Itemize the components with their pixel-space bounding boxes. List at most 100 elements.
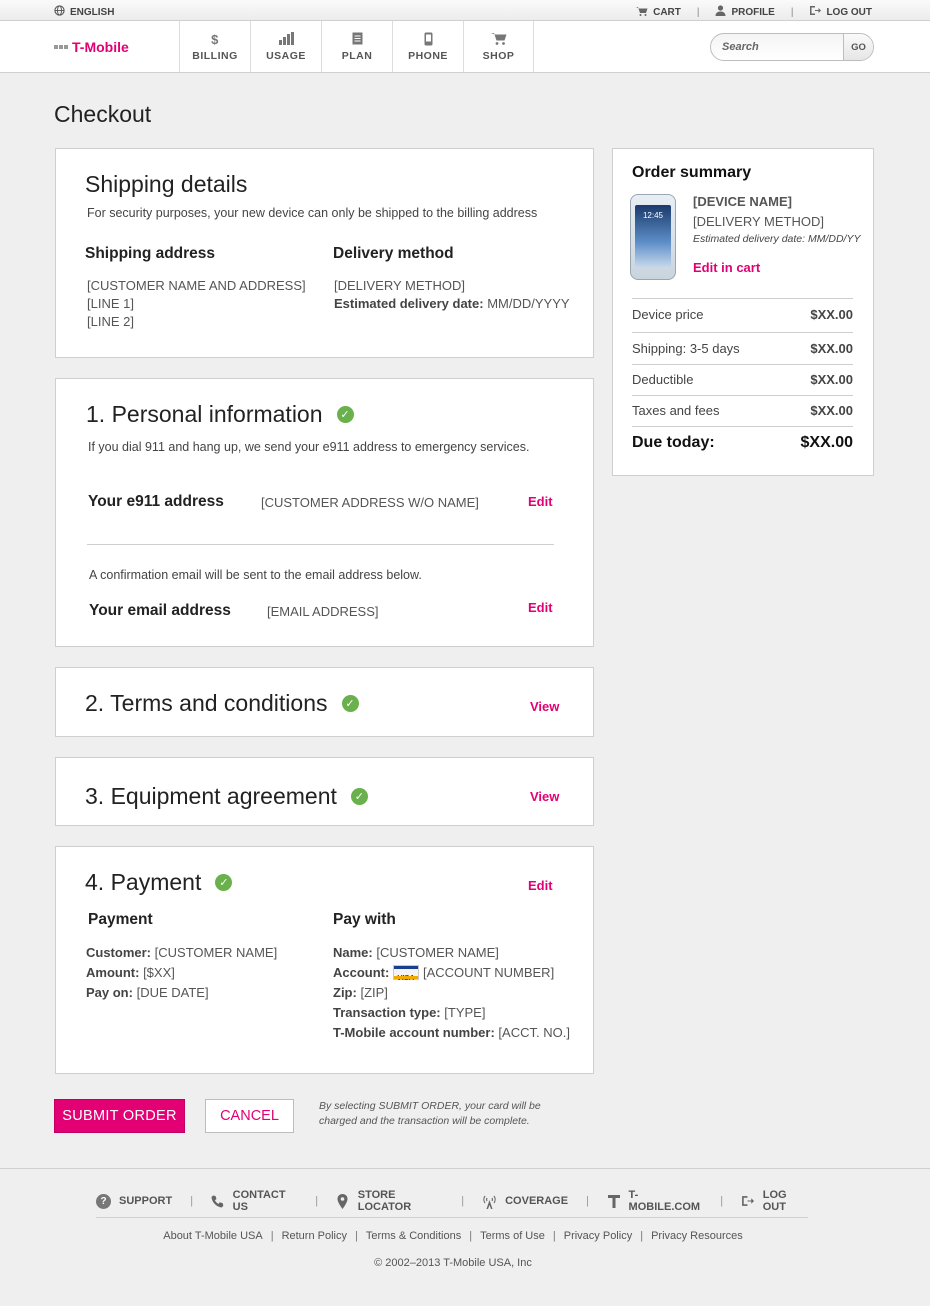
submit-order-button[interactable]: SUBMIT ORDER	[54, 1099, 185, 1133]
nav-billing-label: BILLING	[192, 49, 238, 62]
footer-link-privacy-resources[interactable]: Privacy Resources	[651, 1230, 743, 1242]
logout-label: LOG OUT	[826, 6, 872, 18]
footer-link-about[interactable]: About T-Mobile USA	[163, 1230, 262, 1242]
device-image: 12:45	[630, 194, 676, 280]
account-label: Account:	[333, 965, 390, 980]
checkmark-icon: ✓	[336, 406, 354, 423]
nav-usage-label: USAGE	[266, 49, 306, 62]
edit-payment-link[interactable]: Edit	[528, 878, 553, 893]
pay-on-value: [DUE DATE]	[136, 985, 209, 1000]
estimated-delivery-value: MM/DD/YYYY	[487, 296, 570, 311]
nav-billing[interactable]: $ BILLING	[179, 21, 250, 72]
t-logo-icon	[607, 1194, 621, 1209]
separator: |	[696, 6, 700, 18]
view-equipment-link[interactable]: View	[530, 789, 559, 804]
edit-email-link[interactable]: Edit	[528, 600, 553, 615]
nav-shop[interactable]: SHOP	[463, 21, 534, 72]
footer-link-terms-of-use[interactable]: Terms of Use	[480, 1230, 545, 1242]
search-go-button[interactable]: GO	[843, 34, 873, 60]
shipping-address-line: [CUSTOMER NAME AND ADDRESS]	[87, 278, 306, 293]
summary-row-label: Taxes and fees	[632, 403, 720, 418]
summary-total-label: Due today:	[632, 434, 715, 451]
footer-nav-label: T-MOBILE.COM	[628, 1189, 701, 1213]
phone-icon	[424, 32, 433, 48]
estimated-delivery-label: Estimated delivery date:	[334, 296, 484, 311]
terms-header: 2. Terms and conditions ✓	[85, 690, 359, 717]
main-navbar: T-Mobile $ BILLING USAGE PLAN PHONE SHOP…	[0, 21, 930, 73]
footer-support-link[interactable]: ? SUPPORT	[96, 1193, 172, 1209]
footer-link-privacy-policy[interactable]: Privacy Policy	[564, 1230, 632, 1242]
footer: ? SUPPORT | CONTACT US | STORE LOCATOR |…	[0, 1168, 930, 1306]
footer-link-terms-conditions[interactable]: Terms & Conditions	[366, 1230, 461, 1242]
help-icon: ?	[96, 1193, 111, 1209]
footer-contact-link[interactable]: CONTACT US	[211, 1189, 297, 1213]
edit-e911-link[interactable]: Edit	[528, 494, 553, 509]
shipping-title: Shipping details	[85, 171, 248, 197]
footer-tmobile-link[interactable]: T-MOBILE.COM	[607, 1189, 702, 1213]
amount-value: [$XX]	[143, 965, 175, 980]
customer-label: Customer:	[86, 945, 152, 960]
language-label: ENGLISH	[70, 6, 115, 18]
e911-note: If you dial 911 and hang up, we send you…	[88, 440, 530, 454]
e911-address-value: [CUSTOMER ADDRESS W/O NAME]	[261, 495, 479, 510]
cart-icon	[636, 6, 648, 19]
document-icon	[352, 32, 363, 48]
separator: |	[552, 1230, 556, 1242]
zip-label: Zip:	[333, 985, 357, 1000]
footer-nav-label: STORE LOCATOR	[357, 1189, 412, 1213]
divider	[632, 332, 853, 333]
pay-with-label: Pay with	[333, 911, 396, 928]
footer-nav-label: COVERAGE	[505, 1195, 569, 1207]
edit-in-cart-link[interactable]: Edit in cart	[693, 258, 873, 278]
separator: |	[469, 1230, 473, 1242]
equipment-agreement-card: 3. Equipment agreement ✓ View	[55, 757, 594, 826]
shipping-details-card: Shipping details For security purposes, …	[55, 148, 594, 358]
summary-row-amount: $XX.00	[810, 341, 853, 356]
cart-link[interactable]: CART	[636, 6, 681, 19]
footer-link-return-policy[interactable]: Return Policy	[282, 1230, 347, 1242]
device-name: [DEVICE NAME]	[693, 194, 792, 209]
logout-icon	[809, 5, 822, 19]
brand-logo[interactable]: T-Mobile	[54, 39, 129, 55]
tmobile-account-label: T-Mobile account number:	[333, 1025, 495, 1040]
shipping-address: [CUSTOMER NAME AND ADDRESS] [LINE 1] [LI…	[87, 277, 306, 331]
globe-icon	[54, 5, 65, 19]
footer-store-locator-link[interactable]: STORE LOCATOR	[336, 1189, 443, 1213]
summary-total-amount: $XX.00	[800, 434, 853, 451]
footer-nav: ? SUPPORT | CONTACT US | STORE LOCATOR |…	[96, 1189, 808, 1213]
footer-coverage-link[interactable]: COVERAGE	[482, 1194, 568, 1209]
signal-tower-icon	[482, 1194, 497, 1209]
email-address-value: [EMAIL ADDRESS]	[267, 604, 379, 619]
shipping-address-label: Shipping address	[85, 245, 216, 262]
delivery-method-value: [DELIVERY METHOD]	[334, 278, 465, 293]
nav-phone[interactable]: PHONE	[392, 21, 463, 72]
nav-usage[interactable]: USAGE	[250, 21, 321, 72]
bar-chart-icon	[278, 31, 294, 48]
transaction-type-value: [TYPE]	[444, 1005, 486, 1020]
visa-card-icon: VISA	[392, 965, 419, 982]
language-selector[interactable]: ENGLISH	[54, 5, 114, 19]
terms-conditions-card: 2. Terms and conditions ✓ View	[55, 667, 594, 737]
footer-nav-label: LOG OUT	[762, 1189, 787, 1213]
brand-name: T-Mobile	[72, 39, 129, 55]
account-value: [ACCOUNT NUMBER]	[422, 965, 555, 980]
profile-link[interactable]: PROFILE	[715, 5, 775, 19]
footer-logout-link[interactable]: LOG OUT	[741, 1189, 808, 1213]
view-terms-link[interactable]: View	[530, 699, 559, 714]
delivery-method-label: Delivery method	[333, 245, 454, 262]
payment-card: 4. Payment ✓ Edit Payment Customer: [CUS…	[55, 846, 594, 1074]
divider	[632, 298, 853, 299]
logout-link[interactable]: LOG OUT	[809, 5, 872, 19]
nav-phone-label: PHONE	[408, 49, 448, 62]
summary-row-amount: $XX.00	[810, 307, 853, 322]
footer-nav-label: CONTACT US	[232, 1189, 286, 1213]
separator: |	[190, 1195, 194, 1207]
summary-total: Due today: $XX.00	[632, 434, 853, 452]
cart-label: CART	[653, 6, 681, 18]
nav-plan[interactable]: PLAN	[321, 21, 392, 72]
personal-information-header: 1. Personal information ✓	[86, 401, 354, 428]
search-input[interactable]	[711, 34, 843, 60]
shipping-address-line: [LINE 2]	[87, 314, 134, 329]
cancel-button[interactable]: CANCEL	[205, 1099, 294, 1133]
shipping-address-line: [LINE 1]	[87, 296, 134, 311]
